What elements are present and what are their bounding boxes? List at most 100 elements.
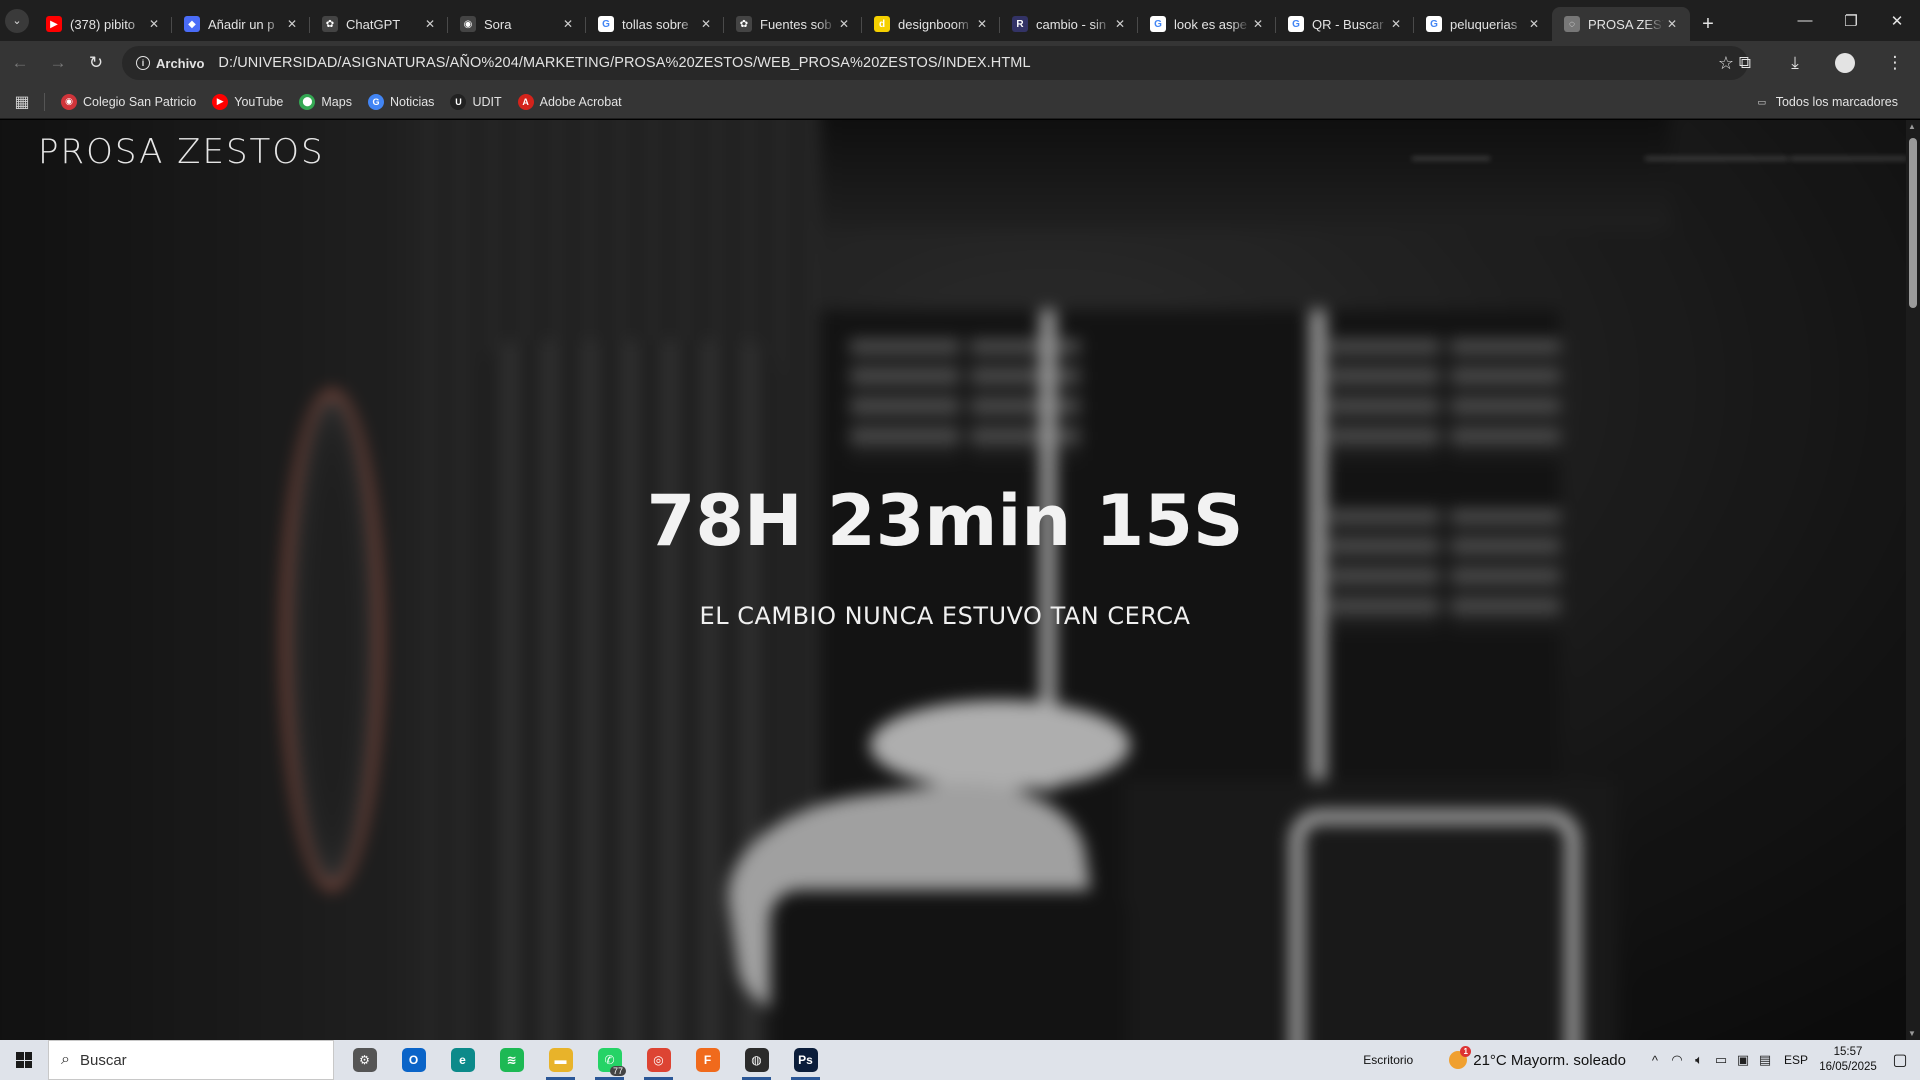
rae-icon: R bbox=[1012, 16, 1028, 32]
all-bookmarks-folder[interactable]: ▭ Todos los marcadores bbox=[1746, 88, 1906, 116]
scroll-up-icon[interactable]: ▲ bbox=[1908, 122, 1916, 131]
bookmark-label: Maps bbox=[321, 94, 352, 109]
taskbar-app-file-explorer[interactable]: ▬ bbox=[536, 1040, 585, 1080]
taskbar-app-chrome[interactable]: ◎ bbox=[634, 1040, 683, 1080]
browser-tab[interactable]: ✿ Fuentes sob ✕ bbox=[724, 7, 862, 41]
download-icon[interactable]: ⤓ bbox=[1770, 53, 1820, 73]
nav-link-blurred-2[interactable]: ——————————— bbox=[1645, 150, 1788, 165]
browser-tab[interactable]: d designboom ✕ bbox=[862, 7, 1000, 41]
close-tab-icon[interactable]: ✕ bbox=[698, 16, 714, 32]
browser-tab[interactable]: ◌ PROSA ZESTOS✕ bbox=[1552, 7, 1690, 41]
tab-title: Fuentes sob bbox=[760, 16, 832, 32]
language-indicator[interactable]: ESP bbox=[1784, 1053, 1808, 1067]
clock[interactable]: 15:57 16/05/2025 bbox=[1816, 1045, 1880, 1075]
close-tab-icon[interactable]: ✕ bbox=[560, 16, 576, 32]
site-info-chip[interactable]: i Archivo bbox=[130, 50, 212, 76]
browser-tab[interactable]: ✿ ChatGPT ✕ bbox=[310, 7, 448, 41]
browser-tab[interactable]: ◆ Añadir un p ✕ bbox=[172, 7, 310, 41]
bookmark-icon: A bbox=[517, 93, 534, 110]
clock-date: 16/05/2025 bbox=[1819, 1061, 1877, 1073]
taskbar-app-spotify[interactable]: ≋ bbox=[487, 1040, 536, 1080]
forward-button[interactable]: → bbox=[40, 45, 76, 81]
bookmark-item[interactable]: G Noticias bbox=[360, 88, 442, 116]
windows-taskbar: ⌕ Buscar ⚙ Oe ≋ ▬ ✆ 77 ◎ F ◍ Ps Escritorio 1 21°C… bbox=[0, 1040, 1920, 1080]
close-tab-icon[interactable]: ✕ bbox=[1526, 16, 1542, 32]
taskbar-search[interactable]: ⌕ Buscar bbox=[48, 1040, 334, 1080]
page-scrollbar[interactable]: ▲ ▼ bbox=[1906, 120, 1920, 1040]
tab-strip: ⌄ ▶ (378) pibito ✕ ◆ Añadir un p ✕ ✿ ChatGPT ✕ ◉ S… bbox=[0, 0, 1920, 41]
desktop-toolbar-label[interactable]: Escritorio bbox=[1363, 1053, 1413, 1067]
close-tab-icon[interactable]: ✕ bbox=[284, 16, 300, 32]
close-tab-icon[interactable]: ✕ bbox=[974, 16, 990, 32]
hero-tagline: EL CAMBIO NUNCA ESTUVO TAN CERCA bbox=[699, 602, 1191, 630]
chevron-up-icon[interactable]: ^ bbox=[1644, 1053, 1666, 1068]
browser-tab[interactable]: Gtollas sobre ✕ bbox=[586, 7, 724, 41]
tab-title: Añadir un p bbox=[208, 16, 275, 32]
tabs: ▶ (378) pibito ✕ ◆ Añadir un p ✕ ✿ ChatGPT ✕ ◉ Sor… bbox=[34, 0, 1690, 41]
new-tab-button[interactable]: + bbox=[1690, 7, 1726, 41]
address-bar[interactable]: i Archivo D:/UNIVERSIDAD/ASIGNATURAS/AÑO… bbox=[122, 46, 1748, 80]
search-icon: ⌕ bbox=[61, 1051, 70, 1068]
taskbar-app-photoshop[interactable]: Ps bbox=[781, 1040, 830, 1080]
taskbar-app-whatsapp[interactable]: ✆ 77 bbox=[585, 1040, 634, 1080]
tab-title: look es aspe bbox=[1174, 16, 1247, 32]
close-tab-icon[interactable]: ✕ bbox=[1112, 16, 1128, 32]
weather-widget[interactable]: 1 21°C Mayorm. soleado bbox=[1449, 1046, 1626, 1069]
menu-icon[interactable]: ⋮ bbox=[1870, 53, 1920, 73]
bookmark-icon: U bbox=[450, 93, 467, 110]
browser-tab[interactable]: Glook es aspe ✕ bbox=[1138, 7, 1276, 41]
url-text[interactable]: D:/UNIVERSIDAD/ASIGNATURAS/AÑO%204/MARKE… bbox=[218, 55, 1030, 71]
shield-icon: ◆ bbox=[184, 16, 200, 32]
close-tab-icon[interactable]: ✕ bbox=[836, 16, 852, 32]
taskbar-app-fusion[interactable]: F bbox=[683, 1040, 732, 1080]
network-icon[interactable]: ▤ bbox=[1754, 1052, 1776, 1068]
scroll-down-icon[interactable]: ▼ bbox=[1908, 1029, 1916, 1038]
reload-button[interactable]: ↻ bbox=[78, 45, 114, 81]
volume-icon[interactable]: 🔈︎ bbox=[1688, 1052, 1710, 1068]
bookmark-item[interactable]: ⬤ Maps bbox=[291, 88, 360, 116]
minimize-button[interactable]: — bbox=[1782, 0, 1828, 41]
taskbar-app-settings[interactable]: ⚙ bbox=[340, 1040, 389, 1080]
extensions-icon[interactable]: ⧉ bbox=[1720, 53, 1770, 73]
scrollbar-thumb[interactable] bbox=[1909, 138, 1917, 308]
sora-icon: ◉ bbox=[460, 16, 476, 32]
close-tab-icon[interactable]: ✕ bbox=[1388, 16, 1404, 32]
profile-avatar[interactable] bbox=[1835, 53, 1855, 73]
browser-tab[interactable]: G QR - Buscar ✕ bbox=[1276, 7, 1414, 41]
close-tab-icon[interactable]: ✕ bbox=[146, 16, 162, 32]
settings-icon: ⚙ bbox=[352, 1048, 377, 1072]
nav-link-blurred-1[interactable]: —————— bbox=[1412, 150, 1490, 165]
browser-tab[interactable]: Rcambio - sin ✕ bbox=[1000, 7, 1138, 41]
bookmark-label: Noticias bbox=[389, 94, 435, 109]
start-button[interactable] bbox=[0, 1040, 48, 1080]
tab-search-button[interactable]: ⌄ bbox=[0, 0, 34, 41]
taskbar-app-edge[interactable]: e bbox=[438, 1040, 487, 1080]
close-tab-icon[interactable]: ✕ bbox=[1664, 16, 1680, 32]
openai-icon: ✿ bbox=[736, 16, 752, 32]
restore-button[interactable]: ❐ bbox=[1828, 0, 1874, 41]
bookmark-icon: ⬤ bbox=[299, 93, 316, 110]
camera-icon[interactable]: ▣ bbox=[1732, 1052, 1754, 1068]
back-button[interactable]: ← bbox=[2, 45, 38, 81]
browser-tab[interactable]: ▶ (378) pibito ✕ bbox=[34, 7, 172, 41]
close-window-button[interactable]: ✕ bbox=[1874, 0, 1920, 41]
taskbar-app-obs[interactable]: ◍ bbox=[732, 1040, 781, 1080]
apps-grid-icon[interactable]: ▦ bbox=[0, 92, 44, 112]
bookmark-item[interactable]: ▶ YouTube bbox=[204, 88, 291, 116]
bookmark-item[interactable]: U UDIT bbox=[442, 88, 509, 116]
bookmark-item[interactable]: A Adobe Acrobat bbox=[510, 88, 630, 116]
designboom-icon: d bbox=[874, 16, 890, 32]
browser-tab[interactable]: Gpeluquerias ✕ bbox=[1414, 7, 1552, 41]
site-logo[interactable]: PROSA ZESTOS bbox=[38, 132, 325, 172]
bookmark-item[interactable]: ◉ Colegio San Patricio bbox=[53, 88, 204, 116]
battery-icon[interactable]: ▭ bbox=[1710, 1052, 1732, 1068]
weather-alert-badge: 1 bbox=[1460, 1046, 1472, 1057]
notifications-icon[interactable]: ▢ bbox=[1880, 1050, 1920, 1070]
close-tab-icon[interactable]: ✕ bbox=[422, 16, 438, 32]
window-controls: — ❐ ✕ bbox=[1782, 0, 1920, 41]
wifi-icon[interactable]: ◠ bbox=[1666, 1052, 1688, 1068]
nav-link-blurred-3[interactable]: ————————— bbox=[1790, 150, 1906, 165]
browser-tab[interactable]: ◉ Sora ✕ bbox=[448, 7, 586, 41]
taskbar-app-outlook[interactable]: O bbox=[389, 1040, 438, 1080]
close-tab-icon[interactable]: ✕ bbox=[1250, 16, 1266, 32]
